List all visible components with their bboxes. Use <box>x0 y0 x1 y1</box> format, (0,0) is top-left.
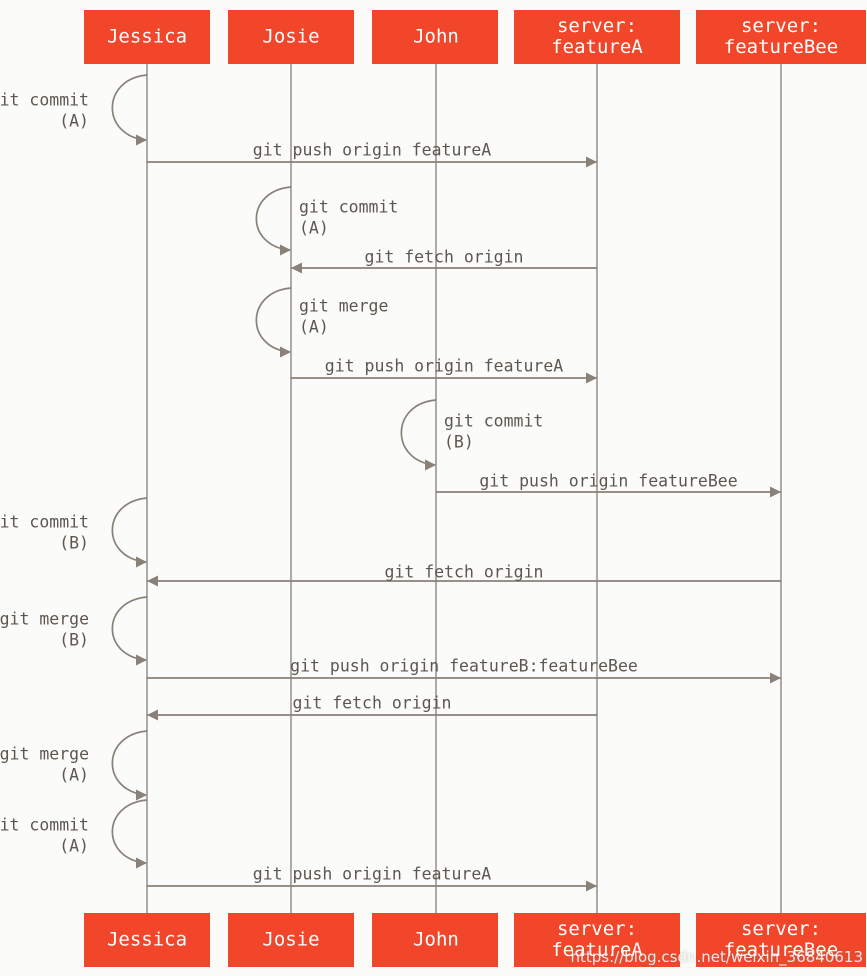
self-message-label-m3: git commit <box>299 198 398 217</box>
header-actor-label-john: John <box>413 26 459 48</box>
header-actor-label-serverBee: server: <box>741 15 821 37</box>
message-label-m10: git fetch origin <box>385 563 544 582</box>
message-label-m16: git push origin featureA <box>253 865 491 884</box>
arrowhead-m13 <box>147 709 158 721</box>
self-message-arc-m15 <box>111 799 148 864</box>
header-actors-group: Jessica Josie John server:featureAserver:fe… <box>84 10 866 64</box>
message-label-m8: git push origin featureBee <box>479 472 737 491</box>
self-message-label-m14: (A) <box>59 766 89 785</box>
footer-actor-label-josie: Josie <box>262 929 319 951</box>
arrowhead-m3 <box>280 244 291 256</box>
self-message-label-m5: git merge <box>299 297 388 316</box>
self-message-label-m1: (A) <box>59 112 89 131</box>
header-actor-label-serverBee: featureBee <box>724 36 838 58</box>
self-message-label-m11: (B) <box>59 631 89 650</box>
self-message-label-m15: (A) <box>59 837 89 856</box>
self-message-label-m7: (B) <box>444 433 474 452</box>
arrowhead-m15 <box>136 857 147 869</box>
message-label-m13: git fetch origin <box>293 694 452 713</box>
self-message-arc-m9 <box>111 497 148 563</box>
self-message-arc-m14 <box>111 730 148 796</box>
arrowhead-m7 <box>425 459 436 471</box>
arrowhead-m4 <box>291 262 302 274</box>
arrowhead-m11 <box>136 654 147 666</box>
self-message-label-m14: git merge <box>0 745 89 764</box>
self-message-arc-m1 <box>111 74 148 141</box>
self-message-label-m9: git commit <box>0 513 89 532</box>
footer-actor-label-serverBee: server: <box>741 918 821 940</box>
footer-actors-group: Jessica Josie John server:featureAserver:fe… <box>84 913 866 967</box>
self-message-arc-m11 <box>111 596 148 661</box>
arrowhead-m2 <box>586 156 597 168</box>
header-actor-label-serverA: featureA <box>551 36 643 58</box>
arrowhead-m10 <box>147 575 158 587</box>
header-actor-label-serverA: server: <box>557 15 637 37</box>
header-actor-label-jessica: Jessica <box>107 26 187 48</box>
arrowhead-m14 <box>136 789 147 801</box>
arrowhead-m9 <box>136 556 147 568</box>
arrowhead-m16 <box>586 880 597 892</box>
message-label-m12: git push origin featureB:featureBee <box>290 657 638 676</box>
self-message-label-m3: (A) <box>299 219 329 238</box>
arrowhead-m5 <box>280 346 291 358</box>
self-message-label-m9: (B) <box>59 534 89 553</box>
self-message-label-m1: git commit <box>0 91 89 110</box>
message-label-m6: git push origin featureA <box>325 357 563 376</box>
arrowhead-m6 <box>586 372 597 384</box>
arrowhead-m8 <box>770 486 781 498</box>
sequence-diagram: git commit (A) git push origin featureA git… <box>0 0 867 976</box>
arrowhead-m1 <box>136 134 147 146</box>
header-actor-label-josie: Josie <box>262 26 319 48</box>
footer-actor-label-john: John <box>413 929 459 951</box>
self-message-label-m11: git merge <box>0 610 89 629</box>
self-message-label-m5: (A) <box>299 318 329 337</box>
messages-group: git commit (A) git push origin featureA git… <box>0 74 781 892</box>
footer-actor-label-serverA: server: <box>557 918 637 940</box>
footer-actor-label-jessica: Jessica <box>107 929 187 951</box>
footer-actor-label-serverA: featureA <box>551 939 643 961</box>
sequence-diagram-canvas: git commit (A) git push origin featureA git… <box>0 10 866 967</box>
message-label-m4: git fetch origin <box>365 248 524 267</box>
footer-actor-label-serverBee: featureBee <box>724 939 838 961</box>
arrowhead-m12 <box>770 672 781 684</box>
self-message-label-m15: git commit <box>0 816 89 835</box>
self-message-arc-m5 <box>255 287 292 353</box>
self-message-arc-m7 <box>400 399 437 466</box>
message-label-m2: git push origin featureA <box>253 141 491 160</box>
self-message-label-m7: git commit <box>444 412 543 431</box>
self-message-arc-m3 <box>255 186 292 251</box>
